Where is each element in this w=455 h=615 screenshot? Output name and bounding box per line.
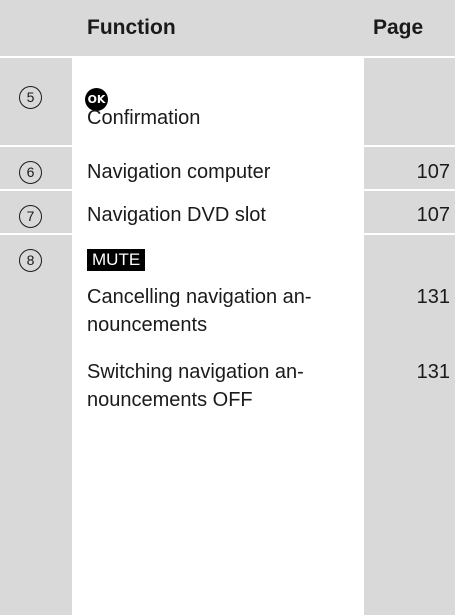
row-number-8: 8: [19, 249, 42, 272]
mute-key-label: MUTE: [87, 249, 146, 271]
header-page: Page: [373, 16, 424, 39]
row-number-6: 6: [19, 161, 42, 184]
row-number-5: 5: [19, 86, 42, 109]
row-separator: [0, 233, 455, 235]
function-cancel-announcements-line2: nouncements: [87, 314, 208, 336]
row-number-7: 7: [19, 205, 42, 228]
row-separator: [0, 145, 455, 147]
header-function: Function: [87, 16, 176, 39]
page-switch-announcements-off: 131: [416, 361, 450, 383]
function-navigation-dvd-slot: Navigation DVD slot: [87, 204, 266, 226]
function-navigation-computer: Navigation computer: [87, 161, 271, 183]
page-cancel-announcements: 131: [416, 286, 450, 308]
function-table: Function Page 5 OK Confirmation 6 Naviga…: [0, 0, 455, 615]
function-confirmation: Confirmation: [87, 107, 201, 129]
row-separator: [0, 56, 455, 58]
row-separator: [0, 189, 455, 191]
function-switch-announcements-off-line2: nouncements OFF: [87, 389, 253, 411]
function-switch-announcements-off-line1: Switching navigation an-: [87, 361, 304, 383]
page-navigation-dvd-slot: 107: [416, 204, 450, 226]
page-navigation-computer: 107: [416, 161, 450, 183]
function-cancel-announcements-line1: Cancelling navigation an-: [87, 286, 312, 308]
